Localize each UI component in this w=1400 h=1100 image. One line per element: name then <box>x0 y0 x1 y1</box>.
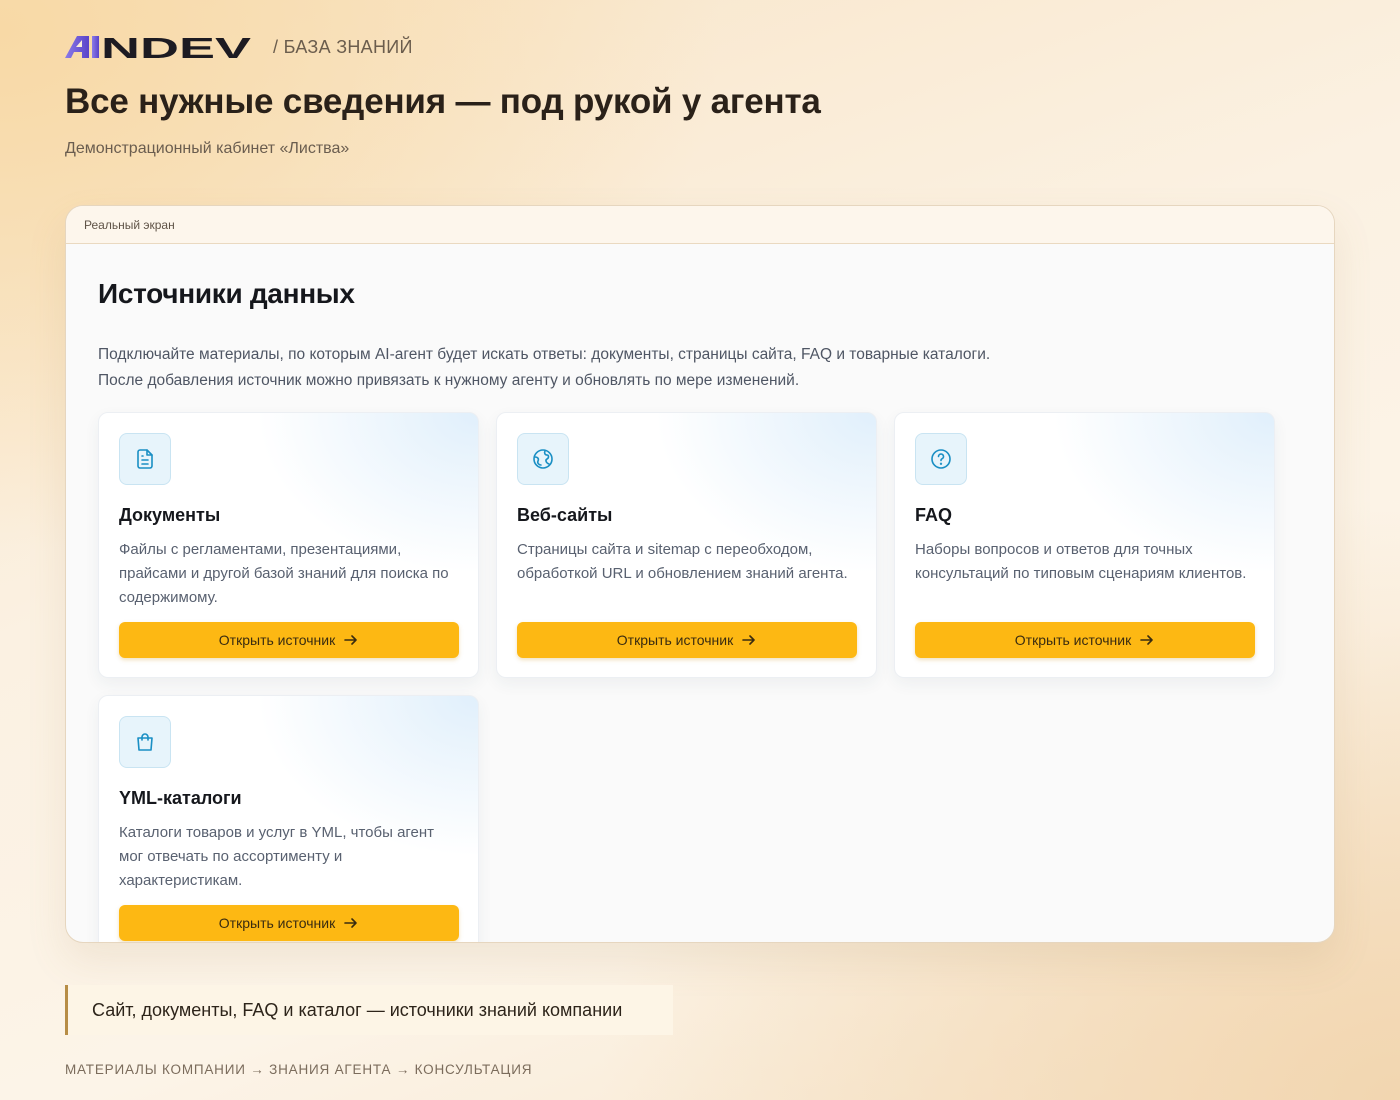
card-description: Наборы вопросов и ответов для точных кон… <box>915 541 1247 582</box>
source-cards: Документы Файлы с регламентами, презента… <box>98 412 1275 942</box>
button-label: Открыть источник <box>1014 632 1132 648</box>
aindev-logo[interactable]: NDEV <box>65 34 251 60</box>
card-description: Файлы с регламентами, презентациями, пра… <box>119 541 449 606</box>
open-source-button[interactable]: Открыть источник <box>119 622 459 658</box>
section-breadcrumb: / БАЗА ЗНАНИЙ <box>273 36 413 57</box>
caption-quote: Сайт, документы, FAQ и каталог — источни… <box>65 985 673 1035</box>
card-description: Страницы сайта и sitemap с переобходом, … <box>517 541 848 582</box>
button-label: Открыть источник <box>218 632 336 648</box>
screen-frame: Реальный экран Источники данных Подключа… <box>65 205 1335 943</box>
arrow-right-icon <box>1139 632 1155 648</box>
source-card-documents[interactable]: Документы Файлы с регламентами, презента… <box>98 412 479 678</box>
card-title: YML-каталоги <box>119 788 242 808</box>
frame-bar: Реальный экран <box>66 206 1334 244</box>
card-title: Документы <box>119 505 221 525</box>
card-title: Веб-сайты <box>517 505 613 525</box>
page-title: Все нужные сведения — под рукой у агента <box>65 82 821 121</box>
data-sources-description: Подключайте материалы, по которым AI-аге… <box>98 346 991 389</box>
shopping-bag-icon <box>119 716 171 768</box>
svg-text:NDEV: NDEV <box>101 34 251 60</box>
arrow-right-icon <box>343 632 359 648</box>
document-icon <box>119 433 171 485</box>
open-source-button[interactable]: Открыть источник <box>119 905 459 941</box>
card-description: Каталоги товаров и услуг в YML, чтобы аг… <box>119 824 435 889</box>
globe-icon <box>517 433 569 485</box>
card-title: FAQ <box>915 505 953 525</box>
flow-steps: МАТЕРИАЛЫ КОМПАНИИ → ЗНАНИЯ АГЕНТА → КОН… <box>65 1062 533 1077</box>
data-sources-panel: Источники данных Подключайте материалы, … <box>66 244 1334 394</box>
page-subtitle: Демонстрационный кабинет «Листва» <box>65 140 350 157</box>
arrow-right-icon <box>343 915 359 931</box>
source-card-faq[interactable]: FAQ Наборы вопросов и ответов для точных… <box>894 412 1275 678</box>
data-sources-title: Источники данных <box>98 278 355 309</box>
aindev-logo-icon: NDEV <box>65 34 251 60</box>
button-label: Открыть источник <box>218 915 336 931</box>
open-source-button[interactable]: Открыть источник <box>517 622 857 658</box>
source-card-yml-catalogs[interactable]: YML-каталоги Каталоги товаров и услуг в … <box>98 695 479 942</box>
frame-bar-label: Реальный экран <box>84 217 175 232</box>
button-label: Открыть источник <box>616 632 734 648</box>
arrow-right-icon <box>741 632 757 648</box>
open-source-button[interactable]: Открыть источник <box>915 622 1255 658</box>
header: NDEV / БАЗА ЗНАНИЙ <box>65 34 413 60</box>
source-card-websites[interactable]: Веб-сайты Страницы сайта и sitemap с пер… <box>496 412 877 678</box>
question-icon <box>915 433 967 485</box>
caption-text: Сайт, документы, FAQ и каталог — источни… <box>92 999 623 1020</box>
